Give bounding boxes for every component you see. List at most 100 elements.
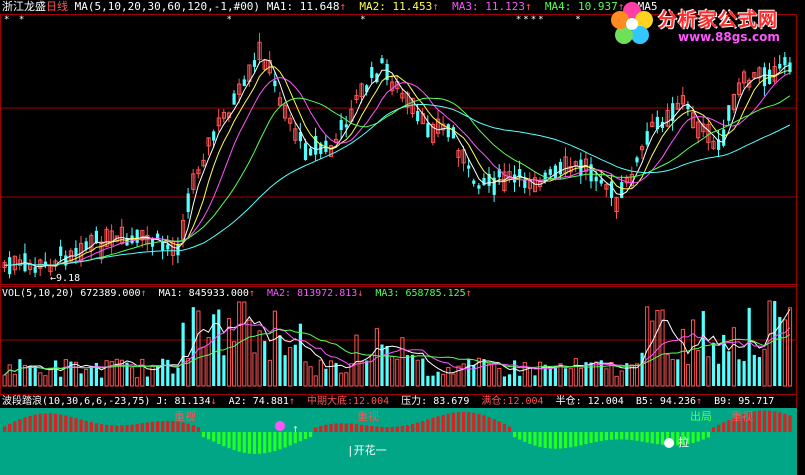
ind-a2: A2: 74.881 — [228, 396, 289, 407]
ind-mc-val: 12.004 — [507, 396, 544, 407]
indicator-bar — [59, 414, 63, 432]
volume-bar — [731, 327, 736, 387]
volume-bar — [308, 366, 313, 387]
indicator-bar — [278, 432, 282, 450]
magenta-signal-dot — [275, 421, 285, 431]
volume-bar — [395, 358, 400, 387]
volume-ma-line-2 — [4, 323, 791, 376]
ind-b9: B9: 95.717 — [714, 396, 775, 407]
indicator-bar — [620, 432, 624, 440]
indicator-bar — [3, 426, 7, 432]
site-logo: 分析家公式网 www.88gs.com — [608, 0, 805, 48]
indicator-bar — [492, 419, 496, 432]
volume-bar — [685, 364, 691, 387]
stock-name: 浙江龙盛 — [2, 0, 46, 13]
indicator-bar — [38, 413, 42, 432]
white-signal-dot — [664, 438, 674, 448]
volume-bar — [645, 306, 650, 387]
indicator-bar — [145, 422, 149, 432]
volume-bar — [492, 363, 497, 387]
indicator-bar — [727, 419, 731, 432]
candle-body — [33, 267, 37, 273]
volume-bar — [436, 371, 440, 386]
indicator-bar — [655, 432, 659, 445]
volume-bar — [28, 365, 32, 386]
volume-bar — [288, 347, 293, 387]
label-kaihua: |开花一 — [347, 444, 387, 457]
candle-body — [523, 179, 527, 188]
indicator-bar — [176, 421, 180, 432]
candle-body — [416, 111, 420, 122]
volume-bar — [135, 377, 140, 387]
low-marker: ←9.18 — [50, 273, 81, 284]
volume-bar — [38, 372, 43, 387]
indicator-bar — [232, 432, 236, 451]
indicator-bar — [339, 423, 343, 432]
volume-bar — [553, 366, 557, 386]
volume-bar — [421, 358, 425, 386]
indicator-bar — [487, 417, 491, 432]
indicator-bar — [456, 412, 461, 432]
label-arrow: ↑ — [292, 422, 299, 435]
indicator-bar — [298, 432, 302, 442]
signal-stars: * * * * **** * — [4, 15, 583, 25]
indicator-bar — [242, 432, 246, 453]
vol-ma2: MA2: 813972.813 — [266, 288, 358, 299]
indicator-bar — [212, 432, 216, 442]
indicator-bar — [400, 426, 404, 432]
indicator-bar — [773, 411, 777, 432]
candle-body — [620, 182, 624, 199]
volume-bar — [472, 365, 476, 386]
volume-bar — [640, 352, 644, 386]
volume-bar — [2, 374, 7, 387]
ma3-value: MA3: 11.123 — [452, 0, 526, 13]
indicator-bar — [783, 413, 787, 432]
volume-bar — [665, 354, 670, 387]
indicator-bar — [768, 410, 772, 432]
indicator-bar — [94, 423, 98, 432]
volume-bar — [303, 361, 308, 387]
volume-bar — [747, 307, 751, 386]
volume-bar — [247, 319, 252, 387]
volume-bar — [548, 368, 552, 386]
indicator-bar — [507, 426, 512, 432]
volume-bar — [614, 375, 619, 387]
volume-bar — [380, 344, 384, 386]
indicator-bar — [258, 432, 262, 454]
candle-body — [635, 157, 639, 163]
indicator-bar — [237, 432, 241, 452]
indicator-bar — [54, 413, 58, 432]
indicator-bar — [120, 425, 124, 432]
indicator-bar — [574, 432, 578, 447]
indicator-bar — [778, 412, 782, 432]
volume-bar — [293, 344, 297, 386]
indicator-bar — [8, 423, 12, 432]
volume-bar — [272, 310, 277, 387]
candle-body — [609, 181, 614, 198]
indicator-bar — [196, 427, 200, 432]
candle-body — [135, 229, 139, 243]
indicator-bar — [788, 415, 792, 432]
candle-body — [242, 79, 246, 86]
indicator-bar — [324, 424, 328, 432]
indicator-bar — [125, 425, 129, 432]
candle-body — [166, 244, 170, 250]
indicator-bar — [589, 432, 593, 443]
candle-body — [477, 185, 481, 189]
indicator-bar — [696, 432, 700, 442]
candle-body — [74, 247, 78, 256]
volume-bar — [54, 360, 58, 386]
volume-bar — [222, 355, 226, 386]
volume-bar — [762, 348, 767, 387]
vol-ma1: MA1: 845933.000 — [158, 288, 249, 299]
indicator-bar — [405, 425, 410, 432]
indicator-bar — [467, 412, 471, 432]
indicator-bar — [349, 423, 353, 432]
indicator-bar — [421, 421, 425, 432]
indicator-bar — [375, 426, 379, 432]
indicator-bar — [640, 432, 644, 442]
indicator-bar — [89, 422, 93, 432]
volume-bar — [18, 359, 22, 386]
indicator-bar — [528, 432, 532, 444]
indicator-bar — [762, 410, 767, 432]
